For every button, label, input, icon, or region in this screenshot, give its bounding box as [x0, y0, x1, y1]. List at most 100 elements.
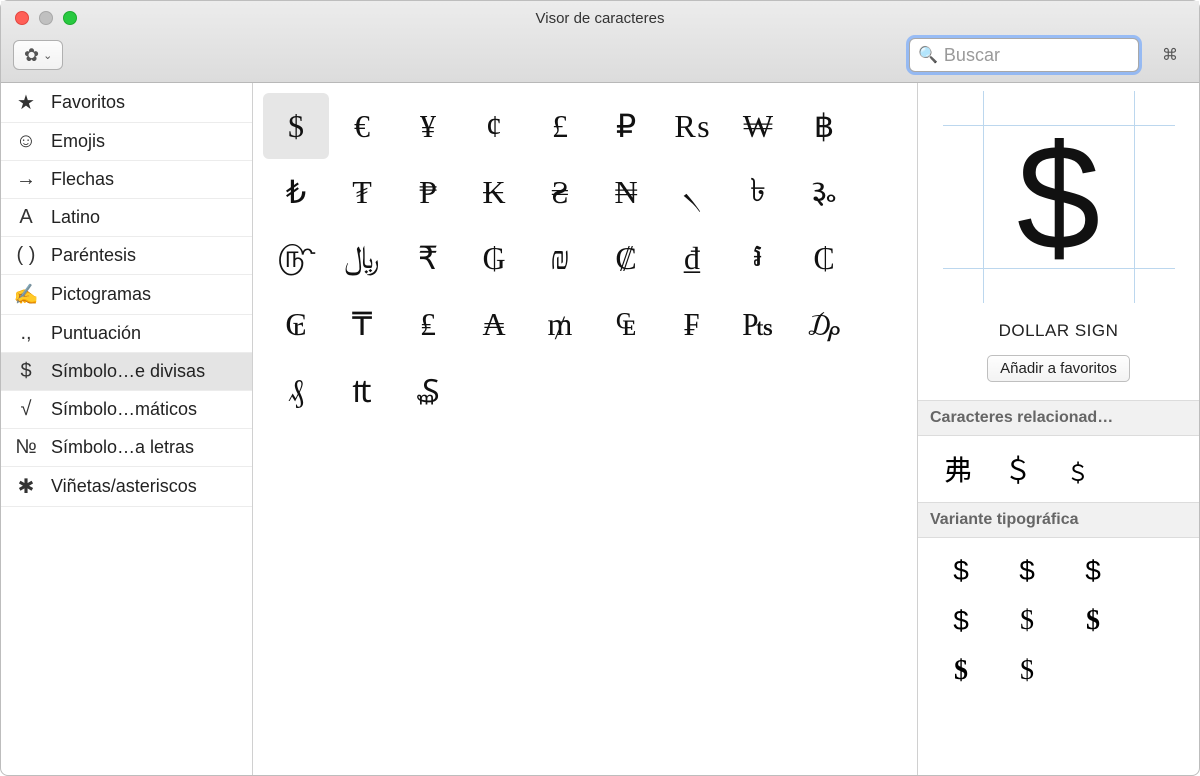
- character-cell[interactable]: ¢: [461, 93, 527, 159]
- settings-menu-button[interactable]: ✿ ⌄: [13, 40, 63, 70]
- sidebar-item-label: Latino: [51, 207, 100, 228]
- character-cell[interactable]: ₠: [593, 291, 659, 357]
- character-cell[interactable]: ₱: [395, 159, 461, 225]
- character-preview: $: [949, 97, 1169, 297]
- character-cell[interactable]: ¥: [395, 93, 461, 159]
- window-close-button[interactable]: [15, 11, 29, 25]
- font-variant[interactable]: $: [994, 596, 1060, 646]
- font-variant[interactable]: $: [994, 546, 1060, 596]
- keyboard-viewer-toggle[interactable]: ⌘: [1153, 43, 1187, 67]
- font-variant[interactable]: $: [928, 596, 994, 646]
- search-field[interactable]: 🔍: [909, 38, 1139, 72]
- character-cell[interactable]: ₲: [461, 225, 527, 291]
- character-cell[interactable]: ₥: [527, 291, 593, 357]
- sidebar-item-icon: ☺: [13, 130, 39, 153]
- related-characters-list: 弗＄﹩: [918, 436, 1199, 502]
- sidebar-item-icon: №: [13, 436, 39, 459]
- sidebar-item-label: Símbolo…e divisas: [51, 361, 205, 382]
- sidebar-item[interactable]: ☺ Emojis: [1, 123, 252, 161]
- font-variant[interactable]: $: [1060, 596, 1126, 646]
- character-cell[interactable]: ৳: [725, 159, 791, 225]
- sidebar-item[interactable]: ★Favoritos: [1, 83, 252, 123]
- character-cell[interactable]: ₸: [329, 291, 395, 357]
- sidebar-item[interactable]: ✍Pictogramas: [1, 275, 252, 315]
- window-zoom-button[interactable]: [63, 11, 77, 25]
- sidebar-item-label: Favoritos: [51, 92, 125, 113]
- related-character[interactable]: ﹩: [1048, 444, 1108, 494]
- character-cell[interactable]: ৲: [659, 159, 725, 225]
- sidebar-item-label: Viñetas/asteriscos: [51, 476, 197, 497]
- related-characters-header: Caracteres relacionad…: [918, 400, 1199, 436]
- character-cell[interactable]: ₣: [659, 291, 725, 357]
- character-cell[interactable]: ௹: [263, 225, 329, 291]
- font-variant[interactable]: $: [928, 546, 994, 596]
- font-variant[interactable]: $: [994, 646, 1060, 696]
- window-title: Visor de caracteres: [13, 7, 1187, 27]
- character-cell[interactable]: ៛: [725, 225, 791, 291]
- font-variant[interactable]: $: [928, 646, 994, 696]
- gear-icon: ✿: [24, 45, 39, 66]
- sidebar-item-icon: ✱: [13, 474, 39, 499]
- character-cell[interactable]: ₢: [263, 291, 329, 357]
- search-input[interactable]: [944, 45, 1130, 66]
- character-name: DOLLAR SIGN: [918, 321, 1199, 341]
- character-cell[interactable]: ₡: [593, 225, 659, 291]
- add-to-favorites-button[interactable]: Añadir a favoritos: [987, 355, 1130, 382]
- character-cell[interactable]: ₭: [461, 159, 527, 225]
- character-cell[interactable]: ₷: [395, 357, 461, 423]
- character-cell[interactable]: ₯: [791, 291, 857, 357]
- character-cell[interactable]: ₩: [725, 93, 791, 159]
- character-cell[interactable]: ₮: [329, 159, 395, 225]
- character-cell[interactable]: ₨: [659, 93, 725, 159]
- sidebar-item[interactable]: A Latino: [1, 199, 252, 237]
- character-cell[interactable]: £: [527, 93, 593, 159]
- sidebar-item[interactable]: № Símbolo…a letras: [1, 429, 252, 467]
- character-cell[interactable]: ₶: [329, 357, 395, 423]
- sidebar-item-label: Símbolo…máticos: [51, 399, 197, 420]
- character-cell[interactable]: ₺: [263, 159, 329, 225]
- sidebar-item-icon: ( ): [13, 244, 39, 267]
- character-cell[interactable]: $: [263, 93, 329, 159]
- character-cell[interactable]: ૱: [791, 159, 857, 225]
- sidebar-item-label: Puntuación: [51, 323, 141, 344]
- character-cell[interactable]: ₫: [659, 225, 725, 291]
- sidebar-item[interactable]: ✱ Viñetas/asteriscos: [1, 467, 252, 507]
- sidebar-item-label: Paréntesis: [51, 245, 136, 266]
- sidebar-item-icon: .,: [13, 322, 39, 345]
- character-cell[interactable]: ₰: [263, 357, 329, 423]
- character-cell[interactable]: ₳: [461, 291, 527, 357]
- character-cell[interactable]: ₵: [791, 225, 857, 291]
- character-cell[interactable]: ₧: [725, 291, 791, 357]
- keyboard-icon: ⌘: [1162, 45, 1178, 65]
- sidebar-item-icon: $: [13, 360, 39, 383]
- related-character[interactable]: 弗: [928, 444, 988, 494]
- sidebar-item-label: Símbolo…a letras: [51, 437, 194, 458]
- sidebar-item-label: Emojis: [51, 131, 105, 152]
- sidebar-item[interactable]: →Flechas: [1, 161, 252, 199]
- sidebar-item[interactable]: √Símbolo…máticos: [1, 391, 252, 429]
- related-character[interactable]: ＄: [988, 444, 1048, 494]
- character-cell[interactable]: ﷼: [329, 225, 395, 291]
- character-grid-pane: $€¥¢£₽₨₩฿ ₺₮₱₭₴₦৲৳૱ ௹﷼₹₲₪₡₫៛₵ ₢₸₤₳₥₠₣₧₯ ₰₶₷: [253, 83, 917, 775]
- sidebar-item[interactable]: ( ) Paréntesis: [1, 237, 252, 275]
- character-cell[interactable]: ₤: [395, 291, 461, 357]
- category-sidebar: ★Favoritos ☺ Emojis →Flechas A Latino ( ) Parén…: [1, 83, 253, 775]
- sidebar-item-icon: A: [13, 206, 39, 229]
- character-cell[interactable]: ₦: [593, 159, 659, 225]
- character-cell[interactable]: ₽: [593, 93, 659, 159]
- character-cell[interactable]: ₪: [527, 225, 593, 291]
- sidebar-item-label: Flechas: [51, 169, 114, 190]
- window-minimize-button[interactable]: [39, 11, 53, 25]
- sidebar-item[interactable]: $ Símbolo…e divisas: [1, 353, 252, 391]
- character-info-pane: $ DOLLAR SIGN Añadir a favoritos Caracte…: [917, 83, 1199, 775]
- character-cell[interactable]: €: [329, 93, 395, 159]
- font-variant[interactable]: $: [1060, 546, 1126, 596]
- sidebar-item-label: Pictogramas: [51, 284, 151, 305]
- character-cell[interactable]: ₴: [527, 159, 593, 225]
- sidebar-item[interactable]: ., Puntuación: [1, 315, 252, 353]
- preview-glyph: $: [1017, 122, 1100, 272]
- font-variants-list: $$$$$$$$: [918, 538, 1199, 704]
- character-cell[interactable]: ₹: [395, 225, 461, 291]
- search-icon: 🔍: [918, 45, 938, 65]
- character-cell[interactable]: ฿: [791, 93, 857, 159]
